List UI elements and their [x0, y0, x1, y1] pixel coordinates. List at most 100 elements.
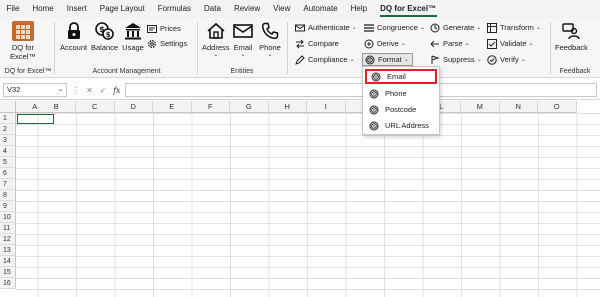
format-button[interactable]: Format ⌄ — [362, 53, 413, 66]
menu-view[interactable]: View — [267, 0, 297, 18]
generate-button[interactable]: Generate ⌄ — [430, 21, 481, 34]
menu-automate[interactable]: Automate — [297, 0, 344, 18]
chevron-down-icon: ⌄ — [351, 25, 357, 31]
transform-button[interactable]: Transform ⌄ — [487, 21, 541, 34]
parse-button[interactable]: Parse ⌄ — [430, 37, 470, 50]
more-icon: ⋮ — [71, 85, 80, 95]
active-cell[interactable] — [17, 114, 54, 124]
row-header[interactable]: 11 — [0, 223, 16, 234]
menu-help[interactable]: Help — [344, 0, 373, 18]
bank-icon — [122, 21, 144, 41]
menu-file[interactable]: File — [0, 0, 26, 18]
authenticate-label: Authenticate — [308, 23, 350, 32]
row-header[interactable]: 8 — [0, 190, 16, 201]
gear-icon — [147, 39, 157, 49]
cancel-icon[interactable]: ✕ — [86, 86, 93, 95]
suppress-button[interactable]: Suppress ⌄ — [430, 53, 482, 66]
column-header[interactable]: F — [191, 101, 230, 113]
validate-button[interactable]: Validate ⌄ — [487, 37, 534, 50]
group-label-entities: Entities — [230, 68, 254, 75]
row-header[interactable]: 3 — [0, 135, 16, 146]
prices-button[interactable]: Prices — [147, 22, 181, 35]
menu-item-email[interactable]: Email — [365, 69, 437, 84]
menu-item-phone[interactable]: Phone — [365, 86, 437, 101]
select-all-corner[interactable] — [0, 101, 16, 113]
compare-button[interactable]: Compare — [295, 37, 339, 50]
usage-button[interactable]: Usage — [122, 21, 144, 52]
row-header[interactable]: 13 — [0, 245, 16, 256]
group-separator — [550, 22, 551, 74]
formula-input[interactable] — [125, 83, 597, 97]
compliance-label: Compliance — [308, 55, 348, 64]
menu-page-layout[interactable]: Page Layout — [93, 0, 151, 18]
menu-item-postcode[interactable]: Postcode — [365, 102, 437, 117]
row-header[interactable]: 4 — [0, 146, 16, 157]
column-header[interactable]: E — [153, 101, 192, 113]
suppress-label: Suppress — [443, 55, 475, 64]
chevron-down-icon: ⌄ — [476, 57, 482, 63]
row-header[interactable]: 1 — [0, 113, 16, 124]
chevron-down-icon: ⌄ — [349, 57, 355, 63]
row-header[interactable]: 6 — [0, 168, 16, 179]
menu-item-url-address[interactable]: URL Address — [365, 118, 437, 133]
column-header[interactable]: I — [307, 101, 346, 113]
dq-button-label-2: Excel™ — [10, 52, 36, 61]
column-header[interactable]: C — [76, 101, 115, 113]
confirm-icon[interactable]: ✓ — [100, 86, 107, 95]
row-header[interactable]: 14 — [0, 256, 16, 267]
row-header[interactable]: 2 — [0, 124, 16, 135]
column-header[interactable]: O — [538, 101, 577, 113]
cell-area[interactable] — [16, 113, 600, 297]
chevron-down-icon[interactable]: ⌄ — [58, 84, 63, 96]
house-icon — [205, 21, 227, 41]
row-header[interactable]: 9 — [0, 201, 16, 212]
insert-function-icon[interactable]: fx — [113, 86, 120, 95]
dq-logo-icon — [11, 21, 34, 41]
row-header[interactable]: 15 — [0, 267, 16, 278]
balance-button[interactable]: $ $ Balance — [91, 21, 118, 52]
congruence-button[interactable]: Congruence ⌄ — [364, 21, 425, 34]
generate-icon — [430, 23, 440, 33]
address-button[interactable]: Address ⌄ — [202, 21, 230, 58]
compliance-button[interactable]: Compliance ⌄ — [295, 53, 355, 66]
fingerprint-icon — [365, 55, 375, 65]
menu-insert[interactable]: Insert — [60, 0, 93, 18]
name-box[interactable]: V32 ⌄ — [3, 83, 67, 97]
price-list-icon — [147, 24, 157, 34]
chevron-down-icon: ⌄ — [528, 41, 534, 47]
email-button[interactable]: Email ⌄ — [232, 21, 254, 58]
envelope-icon — [232, 21, 254, 41]
verify-button[interactable]: Verify ⌄ — [487, 53, 526, 66]
row-header[interactable]: 16 — [0, 278, 16, 289]
menu-review[interactable]: Review — [227, 0, 266, 18]
feedback-button[interactable]: Feedback — [555, 21, 588, 52]
format-dropdown-menu: Email Phone Postcode URL Address — [362, 66, 440, 135]
chevron-down-icon: ⌄ — [403, 57, 409, 63]
settings-button[interactable]: Settings — [147, 37, 187, 50]
row-header[interactable]: 5 — [0, 157, 16, 168]
row-header[interactable]: 12 — [0, 234, 16, 245]
row-header[interactable]: 10 — [0, 212, 16, 223]
coins-icon: $ $ — [94, 21, 116, 41]
account-button[interactable]: Account — [60, 21, 87, 52]
derive-button[interactable]: Derive ⌄ — [364, 37, 406, 50]
column-header[interactable]: B — [37, 101, 76, 113]
menu-dq-for-excel[interactable]: DQ for Excel™ — [374, 0, 443, 18]
chevron-down-icon: ⌄ — [213, 52, 219, 58]
phone-label: Phone — [259, 43, 281, 52]
menu-home[interactable]: Home — [26, 0, 60, 18]
row-header[interactable]: 7 — [0, 179, 16, 190]
column-header[interactable]: D — [114, 101, 153, 113]
menu-data[interactable]: Data — [198, 0, 228, 18]
dq-for-excel-button[interactable]: DQ for Excel™ — [10, 21, 36, 61]
validate-label: Validate — [500, 39, 527, 48]
menu-item-label: Email — [387, 72, 406, 81]
menu-formulas[interactable]: Formulas — [151, 0, 197, 18]
chevron-down-icon: ⌄ — [419, 25, 425, 31]
authenticate-button[interactable]: Authenticate ⌄ — [295, 21, 357, 34]
column-header[interactable]: N — [499, 101, 538, 113]
column-header[interactable]: M — [461, 101, 500, 113]
column-header[interactable]: G — [230, 101, 269, 113]
phone-button[interactable]: Phone ⌄ — [259, 21, 281, 58]
column-header[interactable]: H — [268, 101, 307, 113]
